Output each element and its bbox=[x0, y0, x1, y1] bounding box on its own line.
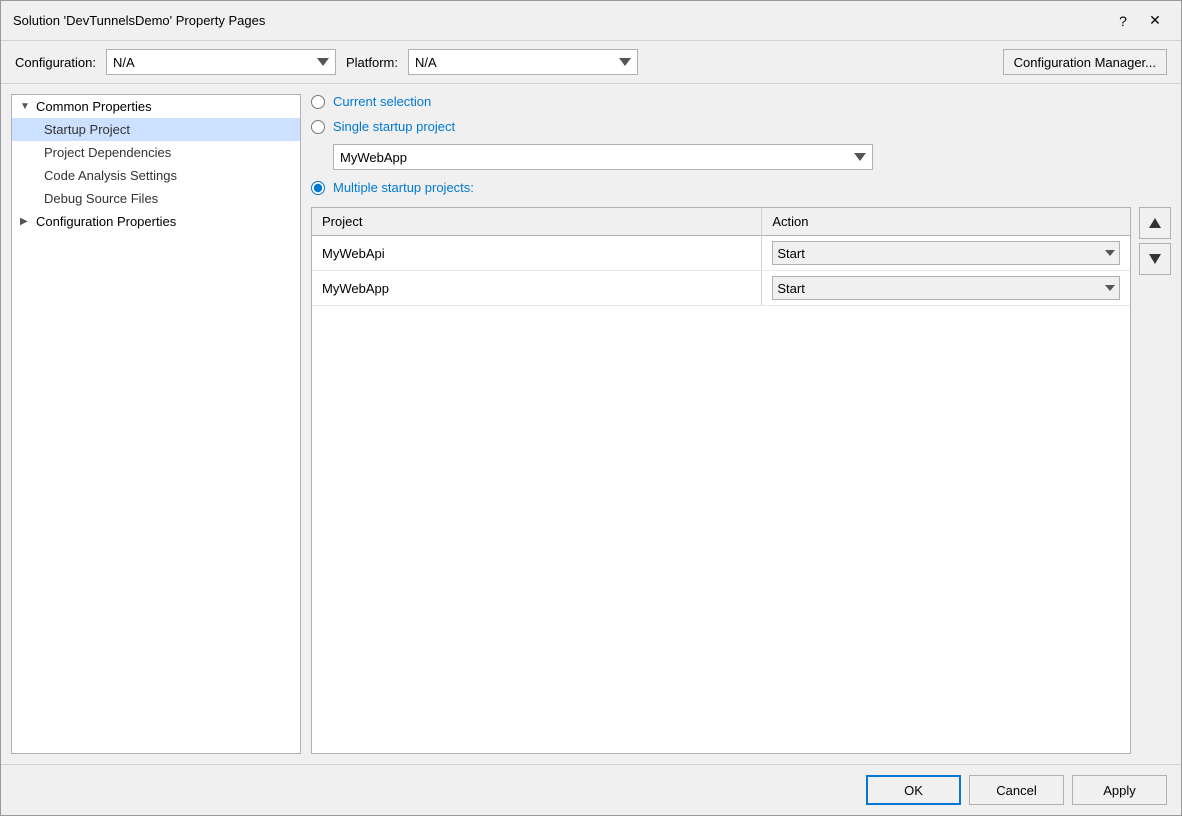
sidebar-item-configuration-properties-label: Configuration Properties bbox=[36, 214, 176, 229]
sidebar-item-configuration-properties[interactable]: ▶ Configuration Properties bbox=[12, 210, 300, 233]
toggle-icon-common: ▼ bbox=[20, 101, 32, 112]
right-panel: Current selection Single startup project… bbox=[311, 94, 1171, 754]
single-startup-select[interactable]: MyWebApp bbox=[333, 144, 873, 170]
platform-label: Platform: bbox=[346, 55, 398, 70]
help-button[interactable]: ? bbox=[1109, 10, 1137, 32]
radio-current-selection[interactable] bbox=[311, 95, 325, 109]
project-name-cell: MyWebApi bbox=[312, 236, 762, 271]
col-header-project: Project bbox=[312, 208, 762, 236]
apply-button[interactable]: Apply bbox=[1072, 775, 1167, 805]
dialog-title: Solution 'DevTunnelsDemo' Property Pages bbox=[13, 13, 265, 28]
radio-row-single: Single startup project bbox=[311, 119, 1171, 134]
radio-row-current: Current selection bbox=[311, 94, 1171, 109]
sidebar-item-common-properties-label: Common Properties bbox=[36, 99, 152, 114]
left-panel: ▼ Common Properties Startup Project Proj… bbox=[11, 94, 301, 754]
sidebar-item-project-dependencies[interactable]: Project Dependencies bbox=[12, 141, 300, 164]
sidebar-item-code-analysis[interactable]: Code Analysis Settings bbox=[12, 164, 300, 187]
config-manager-button[interactable]: Configuration Manager... bbox=[1003, 49, 1167, 75]
dialog: Solution 'DevTunnelsDemo' Property Pages… bbox=[0, 0, 1182, 816]
action-select[interactable]: NoneStartStart without debugging bbox=[772, 276, 1120, 300]
main-content: ▼ Common Properties Startup Project Proj… bbox=[1, 84, 1181, 764]
bottom-bar: OK Cancel Apply bbox=[1, 764, 1181, 815]
close-button[interactable]: ✕ bbox=[1141, 10, 1169, 32]
projects-table-container: Project Action MyWebApi NoneStartStart wi… bbox=[311, 207, 1131, 754]
arrow-up-icon bbox=[1149, 218, 1161, 228]
platform-select[interactable]: N/A bbox=[408, 49, 638, 75]
sidebar-item-startup-project[interactable]: Startup Project bbox=[12, 118, 300, 141]
project-name-cell: MyWebApp bbox=[312, 271, 762, 306]
sidebar-item-startup-project-label: Startup Project bbox=[44, 122, 130, 137]
radio-multiple-startup[interactable] bbox=[311, 181, 325, 195]
sidebar-item-project-dependencies-label: Project Dependencies bbox=[44, 145, 171, 160]
radio-row-multiple: Multiple startup projects: bbox=[311, 180, 1171, 195]
sidebar-item-debug-source[interactable]: Debug Source Files bbox=[12, 187, 300, 210]
arrow-buttons bbox=[1139, 207, 1171, 754]
move-down-button[interactable] bbox=[1139, 243, 1171, 275]
table-row: MyWebApi NoneStartStart without debugging bbox=[312, 236, 1130, 271]
projects-area: Project Action MyWebApi NoneStartStart wi… bbox=[311, 207, 1171, 754]
ok-button[interactable]: OK bbox=[866, 775, 961, 805]
table-row: MyWebApp NoneStartStart without debugging bbox=[312, 271, 1130, 306]
radio-multiple-startup-label[interactable]: Multiple startup projects: bbox=[333, 180, 474, 195]
radio-group: Current selection Single startup project… bbox=[311, 94, 1171, 195]
configuration-label: Configuration: bbox=[15, 55, 96, 70]
radio-current-selection-label[interactable]: Current selection bbox=[333, 94, 431, 109]
action-cell: NoneStartStart without debugging bbox=[762, 271, 1130, 306]
sidebar-item-code-analysis-label: Code Analysis Settings bbox=[44, 168, 177, 183]
action-cell: NoneStartStart without debugging bbox=[762, 236, 1130, 271]
title-buttons: ? ✕ bbox=[1109, 10, 1169, 32]
single-startup-dropdown-row: MyWebApp bbox=[333, 144, 1171, 170]
title-bar: Solution 'DevTunnelsDemo' Property Pages… bbox=[1, 1, 1181, 41]
radio-single-startup[interactable] bbox=[311, 120, 325, 134]
cancel-button[interactable]: Cancel bbox=[969, 775, 1064, 805]
projects-table: Project Action MyWebApi NoneStartStart wi… bbox=[312, 208, 1130, 306]
arrow-down-icon bbox=[1149, 254, 1161, 264]
move-up-button[interactable] bbox=[1139, 207, 1171, 239]
table-header-row: Project Action bbox=[312, 208, 1130, 236]
toggle-icon-config: ▶ bbox=[20, 216, 32, 227]
action-select[interactable]: NoneStartStart without debugging bbox=[772, 241, 1120, 265]
col-header-action: Action bbox=[762, 208, 1130, 236]
sidebar-item-common-properties[interactable]: ▼ Common Properties bbox=[12, 95, 300, 118]
sidebar-item-debug-source-label: Debug Source Files bbox=[44, 191, 158, 206]
configuration-select[interactable]: N/A bbox=[106, 49, 336, 75]
config-bar: Configuration: N/A Platform: N/A Configu… bbox=[1, 41, 1181, 84]
radio-single-startup-label[interactable]: Single startup project bbox=[333, 119, 455, 134]
